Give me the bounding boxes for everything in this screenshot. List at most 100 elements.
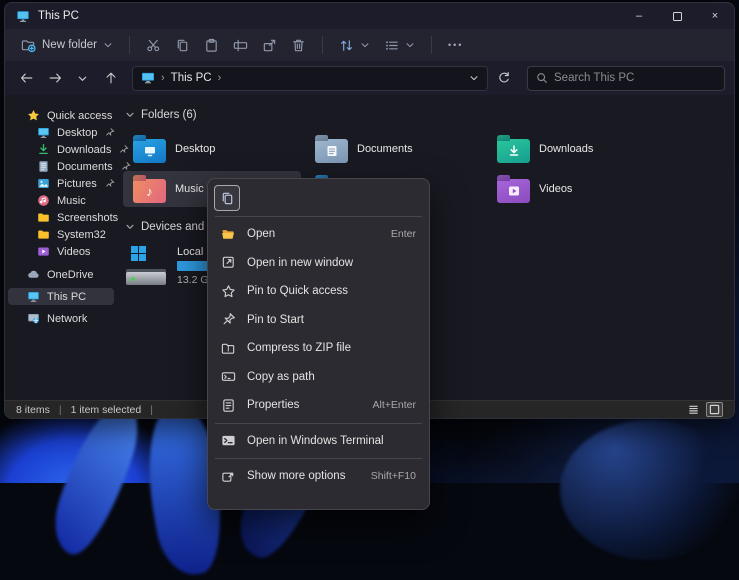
star-outline-icon	[221, 284, 236, 299]
downloads-icon	[37, 143, 50, 156]
menu-item-open-in-windows-terminal[interactable]: Open in Windows Terminal	[212, 427, 425, 456]
back-button[interactable]	[14, 66, 39, 91]
address-dropdown-icon[interactable]	[469, 73, 479, 83]
view-button[interactable]	[378, 34, 421, 57]
sidebar-item-label: Documents	[57, 161, 113, 173]
sidebar-item-label: Quick access	[47, 110, 112, 122]
menu-separator	[215, 458, 422, 459]
sort-icon	[339, 38, 354, 53]
sidebar-item-screenshots[interactable]: Screenshots	[8, 209, 114, 226]
chevron-down-icon	[360, 40, 370, 50]
folder-tile-videos[interactable]: Videos	[487, 171, 665, 207]
menu-item-copy-as-path[interactable]: Copy as path	[212, 363, 425, 392]
recent-locations-button[interactable]	[70, 66, 95, 91]
drive-body-icon	[126, 272, 166, 285]
sidebar-item-label: OneDrive	[47, 269, 93, 281]
status-divider: |	[150, 404, 153, 416]
breadcrumb-location[interactable]: This PC	[171, 72, 212, 84]
sidebar-item-onedrive[interactable]: OneDrive	[8, 266, 114, 283]
properties-icon	[221, 398, 236, 413]
navigation-pane: Quick access Desktop Downloads	[5, 95, 117, 400]
close-icon: ×	[712, 10, 718, 22]
delete-button[interactable]	[285, 34, 312, 57]
breadcrumb-chevron[interactable]: ›	[218, 72, 222, 84]
show-more-options-icon	[221, 469, 236, 484]
search-icon	[536, 72, 548, 84]
sidebar-item-videos[interactable]: Videos	[8, 243, 114, 260]
pin-icon	[104, 127, 115, 138]
forward-icon	[48, 71, 62, 85]
paste-button[interactable]	[198, 34, 225, 57]
sidebar-item-desktop[interactable]: Desktop	[8, 124, 114, 141]
details-view-button[interactable]	[685, 402, 702, 417]
pin-icon	[221, 312, 236, 327]
this-pc-icon	[16, 9, 30, 23]
share-button[interactable]	[256, 34, 283, 57]
folder-tile-downloads[interactable]: Downloads	[487, 131, 665, 167]
close-button[interactable]: ×	[696, 3, 734, 29]
music-note-glyph: ♪	[146, 185, 153, 198]
context-menu: Open Enter Open in new window Pin to Qui…	[207, 178, 430, 510]
address-bar[interactable]: › This PC ›	[132, 66, 488, 91]
menu-separator	[215, 423, 422, 424]
sidebar-item-documents[interactable]: Documents	[8, 158, 114, 175]
new-folder-button[interactable]: New folder	[15, 34, 119, 57]
local-disk-icon	[125, 243, 169, 291]
rename-button[interactable]	[227, 34, 254, 57]
folder-icon	[37, 211, 50, 224]
menu-item-properties[interactable]: Properties Alt+Enter	[212, 391, 425, 420]
copy-button[interactable]	[214, 185, 240, 211]
music-icon	[37, 194, 50, 207]
sort-button[interactable]	[333, 34, 376, 57]
copy-button[interactable]	[169, 34, 196, 57]
search-input[interactable]	[554, 72, 716, 84]
selected-count: 1 item selected	[71, 404, 142, 416]
menu-item-pin-to-quick-access[interactable]: Pin to Quick access	[212, 277, 425, 306]
details-view-icon	[688, 404, 699, 415]
folders-section-header[interactable]: Folders (6)	[125, 107, 726, 123]
maximize-button[interactable]	[658, 3, 696, 29]
menu-item-open-in-new-window[interactable]: Open in new window	[212, 249, 425, 278]
sidebar-item-pictures[interactable]: Pictures	[8, 175, 114, 192]
minimize-button[interactable]: –	[620, 3, 658, 29]
sidebar-item-label: Music	[57, 195, 86, 207]
pictures-icon	[37, 177, 50, 190]
desktop-icon	[37, 126, 50, 139]
up-button[interactable]	[98, 66, 123, 91]
chevron-down-icon	[77, 73, 88, 84]
large-icons-view-button[interactable]	[706, 402, 723, 417]
rename-icon	[233, 38, 248, 53]
copy-path-icon	[221, 369, 236, 384]
sidebar-item-this-pc[interactable]: This PC	[8, 288, 114, 305]
wallpaper-swirl	[560, 420, 739, 560]
sidebar-item-label: Downloads	[57, 144, 111, 156]
sidebar-item-network[interactable]: Network	[8, 310, 114, 327]
folder-icon	[37, 228, 50, 241]
menu-item-open[interactable]: Open Enter	[212, 220, 425, 249]
menu-item-pin-to-start[interactable]: Pin to Start	[212, 306, 425, 335]
sidebar-item-system32[interactable]: System32	[8, 226, 114, 243]
menu-item-compress-to-zip[interactable]: Compress to ZIP file	[212, 334, 425, 363]
sidebar-item-quick-access[interactable]: Quick access	[8, 107, 114, 124]
sidebar-item-label: Desktop	[57, 127, 97, 139]
cut-icon	[146, 38, 161, 53]
folder-tile-desktop[interactable]: Desktop	[123, 131, 301, 167]
chevron-down-icon	[405, 40, 415, 50]
view-icon	[384, 38, 399, 53]
see-more-button[interactable]: •••	[442, 36, 469, 54]
forward-button[interactable]	[42, 66, 67, 91]
folder-tile-documents[interactable]: Documents	[305, 131, 483, 167]
sidebar-item-music[interactable]: Music	[8, 192, 114, 209]
new-folder-label: New folder	[42, 39, 97, 51]
pin-icon	[104, 178, 115, 189]
sidebar-item-downloads[interactable]: Downloads	[8, 141, 114, 158]
delete-icon	[291, 38, 306, 53]
menu-item-show-more-options[interactable]: Show more options Shift+F10	[212, 462, 425, 491]
chevron-down-icon	[103, 40, 113, 50]
refresh-button[interactable]	[491, 66, 517, 91]
cut-button[interactable]	[140, 34, 167, 57]
downloads-folder-icon	[497, 139, 530, 163]
maximize-icon	[673, 12, 682, 21]
copy-icon	[175, 38, 190, 53]
desktop-folder-icon	[133, 139, 166, 163]
